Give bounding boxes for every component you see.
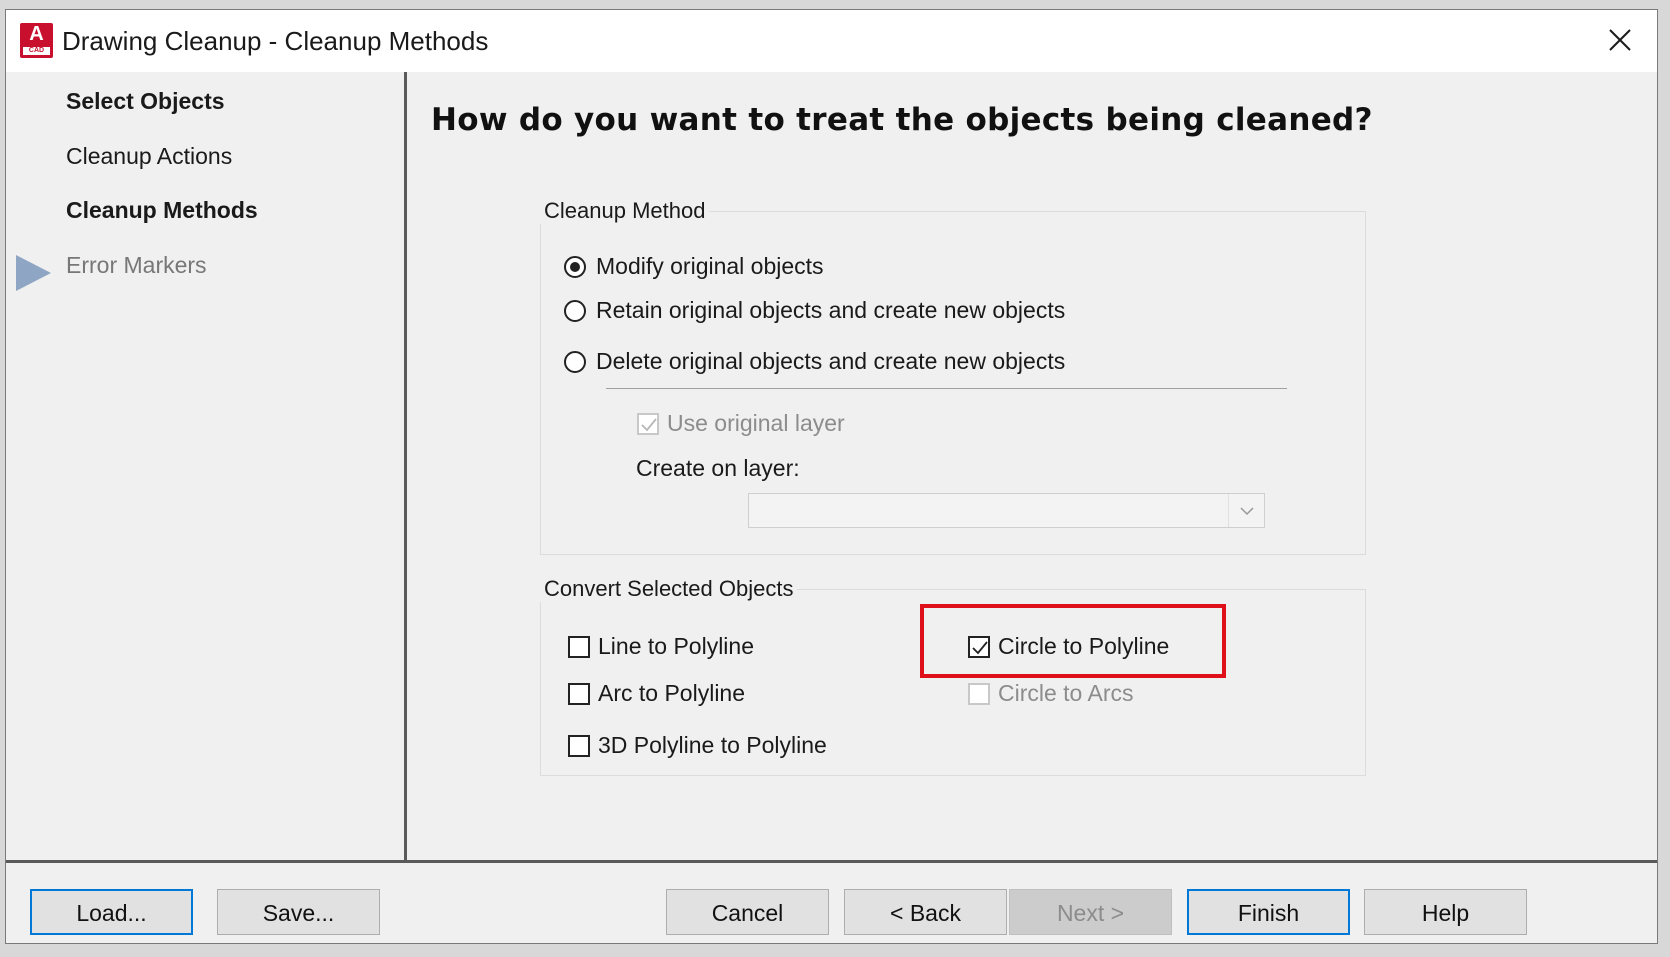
radio-delete-original-label: Delete original objects and create new o… — [596, 348, 1066, 374]
checkbox-box — [568, 635, 590, 658]
load-button[interactable]: Load... — [30, 889, 193, 935]
arc-to-polyline-checkbox[interactable]: Arc to Polyline — [568, 680, 745, 707]
app-icon-sub: CAD — [23, 47, 50, 55]
radio-retain-original-label: Retain original objects and create new o… — [596, 297, 1066, 323]
back-button[interactable]: < Back — [844, 889, 1007, 935]
circle-to-arcs-checkbox: Circle to Arcs — [968, 680, 1133, 707]
checkbox-box — [637, 412, 659, 435]
create-on-layer-dropdown — [748, 493, 1265, 528]
checkbox-box — [568, 682, 590, 705]
radio-delete-original[interactable]: Delete original objects and create new o… — [564, 348, 1065, 375]
convert-objects-group-label: Convert Selected Objects — [540, 576, 798, 602]
checkbox-box — [968, 682, 990, 705]
button-bar: Load... Save... Cancel < Back Next > Fin… — [6, 860, 1657, 943]
wizard-steps-sidebar: Select Objects Cleanup Actions Cleanup M… — [6, 72, 407, 860]
use-original-layer-label: Use original layer — [667, 410, 845, 436]
radio-circle — [564, 299, 586, 322]
cancel-button[interactable]: Cancel — [666, 889, 829, 935]
radio-circle — [564, 255, 586, 278]
3d-polyline-to-polyline-label: 3D Polyline to Polyline — [598, 732, 827, 758]
autocad-app-icon: A CAD — [20, 23, 53, 58]
arc-to-polyline-label: Arc to Polyline — [598, 680, 746, 706]
close-button[interactable] — [1581, 10, 1657, 72]
current-step-arrow-icon — [16, 255, 51, 291]
close-icon — [1609, 29, 1631, 51]
line-to-polyline-checkbox[interactable]: Line to Polyline — [568, 633, 754, 660]
save-button[interactable]: Save... — [217, 889, 380, 935]
title-bar: A CAD Drawing Cleanup - Cleanup Methods — [6, 10, 1657, 72]
page-heading: How do you want to treat the objects bei… — [431, 102, 1373, 138]
cleanup-method-group-label: Cleanup Method — [540, 198, 710, 224]
app-icon-letter: A — [29, 23, 44, 45]
finish-button[interactable]: Finish — [1187, 889, 1350, 935]
circle-to-arcs-label: Circle to Arcs — [998, 680, 1134, 706]
chevron-down-icon — [1228, 494, 1264, 527]
create-on-layer-label: Create on layer: — [636, 455, 800, 481]
help-button[interactable]: Help — [1364, 889, 1527, 935]
main-panel: How do you want to treat the objects bei… — [407, 72, 1657, 860]
step-cleanup-actions[interactable]: Cleanup Actions — [66, 143, 232, 170]
window-title: Drawing Cleanup - Cleanup Methods — [62, 26, 489, 56]
radio-circle — [564, 350, 586, 373]
step-select-objects[interactable]: Select Objects — [66, 88, 225, 115]
red-highlight-box — [920, 604, 1226, 678]
radio-modify-original[interactable]: Modify original objects — [564, 253, 824, 280]
next-button: Next > — [1009, 889, 1172, 935]
checkbox-box — [568, 734, 590, 757]
method-separator — [606, 388, 1287, 389]
use-original-layer-checkbox: Use original layer — [637, 410, 845, 437]
3d-polyline-to-polyline-checkbox[interactable]: 3D Polyline to Polyline — [568, 732, 827, 759]
step-cleanup-methods[interactable]: Cleanup Methods — [66, 197, 258, 224]
radio-retain-original[interactable]: Retain original objects and create new o… — [564, 297, 1065, 324]
drawing-cleanup-dialog: A CAD Drawing Cleanup - Cleanup Methods … — [5, 9, 1658, 944]
step-error-markers: Error Markers — [66, 252, 207, 278]
radio-modify-original-label: Modify original objects — [596, 253, 824, 279]
line-to-polyline-label: Line to Polyline — [598, 633, 754, 659]
check-icon — [641, 417, 657, 431]
